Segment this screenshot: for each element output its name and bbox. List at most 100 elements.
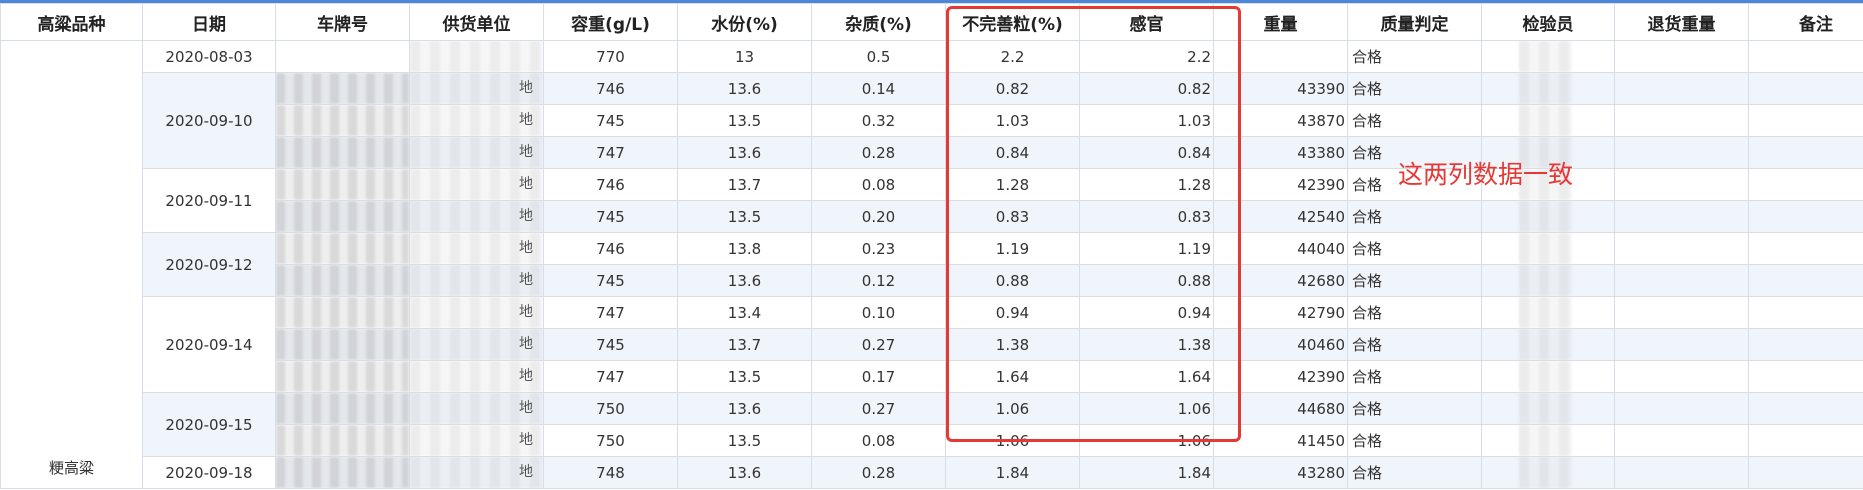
table-row[interactable]: 2020-09-11 地 746 13.7 0.08 1.28 1.28 42390 合格 [1, 168, 1863, 233]
imperfect-cell: 1.06 [945, 392, 1080, 425]
imperfect-cell: 1.19 [945, 232, 1080, 265]
header-sensory[interactable]: 感官 [1079, 3, 1214, 41]
supplier-suffix: 地 [519, 144, 533, 160]
imperfect-cell: 0.94 [945, 296, 1080, 329]
imperfect-cell: 0.84 [945, 136, 1080, 169]
supplier-cell: 地 [409, 168, 544, 201]
plate-cell-redacted [275, 360, 410, 393]
table-row[interactable]: 地 747 13.6 0.28 0.84 0.84 43380 合格 [1, 136, 1863, 169]
inspector-cell-redacted [1481, 40, 1615, 73]
variety-cell: 粳高粱 [0, 40, 143, 489]
supplier-cell: 地 [409, 136, 544, 169]
imperfect-cell: 0.83 [945, 200, 1080, 233]
supplier-cell: 地 [409, 72, 544, 105]
remarks-cell [1748, 232, 1863, 265]
remarks-cell [1748, 136, 1863, 169]
density-cell: 747 [543, 296, 678, 329]
table-row[interactable]: 地 745 13.5 0.32 1.03 1.03 43870 合格 [1, 104, 1863, 137]
header-impurity[interactable]: 杂质(%) [811, 3, 946, 41]
moisture-cell: 13.5 [677, 424, 812, 457]
supplier-cell: 地 [409, 296, 544, 329]
return-weight-cell [1614, 264, 1749, 297]
table-row[interactable]: 2020-09-14 地 747 13.4 0.10 0.94 0.94 42790 合格 [1, 296, 1863, 393]
weight-cell: 40460 [1213, 328, 1348, 361]
table-row[interactable]: 2020-09-10 地 746 13.6 0.14 0.82 0.82 43390 合格 [1, 72, 1863, 169]
imperfect-cell: 1.38 [945, 328, 1080, 361]
table-row[interactable]: 地 745 13.6 0.12 0.88 0.88 42680 合格 [1, 264, 1863, 297]
table-row[interactable]: 地 745 13.5 0.20 0.83 0.83 42540 合格 [1, 200, 1863, 233]
moisture-cell: 13.6 [677, 264, 812, 297]
redaction-blur [1518, 41, 1572, 72]
plate-cell-redacted [275, 424, 410, 457]
impurity-cell: 0.14 [811, 72, 946, 105]
density-cell: 750 [543, 392, 678, 425]
return-weight-cell [1614, 328, 1749, 361]
table-row[interactable]: 地 747 13.5 0.17 1.64 1.64 42390 合格 [1, 360, 1863, 393]
inspector-cell-redacted [1481, 200, 1615, 233]
supplier-suffix: 地 [519, 336, 533, 352]
remarks-cell [1748, 72, 1863, 105]
header-moisture[interactable]: 水份(%) [677, 3, 812, 41]
header-inspector[interactable]: 检验员 [1481, 3, 1615, 41]
return-weight-cell [1614, 392, 1749, 425]
judgement-cell: 合格 [1347, 264, 1482, 297]
header-variety[interactable]: 高粱品种 [0, 3, 143, 41]
redaction-blur [1518, 393, 1572, 424]
redaction-blur [1518, 329, 1572, 360]
table-row[interactable]: 地 745 13.7 0.27 1.38 1.38 40460 合格 [1, 328, 1863, 361]
return-weight-cell [1614, 200, 1749, 233]
moisture-cell: 13.6 [677, 136, 812, 169]
redaction-blur [276, 201, 409, 232]
table-row[interactable]: 地 750 13.5 0.08 1.06 1.06 41450 合格 [1, 424, 1863, 457]
header-imperfect[interactable]: 不完善粒(%) [945, 3, 1080, 41]
imperfect-cell: 1.64 [945, 360, 1080, 393]
inspector-cell-redacted [1481, 72, 1615, 105]
inspection-table: 高粱品种 日期 车牌号 供货单位 容重(g/L) 水份(%) 杂质(%) 不完善粒(%) 感官重… [0, 3, 1863, 489]
remarks-cell [1748, 328, 1863, 361]
redaction-blur [410, 41, 543, 72]
header-return-weight[interactable]: 退货重量 [1614, 3, 1749, 41]
density-cell: 746 [543, 72, 678, 105]
table-row[interactable]: 2020-09-15 地 750 13.6 0.27 1.06 1.06 44680 合格 [1, 392, 1863, 457]
return-weight-cell [1614, 168, 1749, 201]
supplier-suffix: 地 [519, 368, 533, 384]
header-date[interactable]: 日期 [142, 3, 276, 41]
judgement-cell: 合格 [1347, 104, 1482, 137]
weight-cell: 42390 [1213, 360, 1348, 393]
header-supplier[interactable]: 供货单位 [409, 3, 544, 41]
table-row[interactable]: 2020-09-18 地 748 13.6 0.28 1.84 1.84 43280 合格 [1, 456, 1863, 489]
redaction-blur [1518, 265, 1572, 296]
table-row[interactable]: 粳高粱 2020-08-03 770 13 0.5 2.2 2.2 合格 [0, 40, 1863, 489]
redaction-blur [1518, 73, 1572, 104]
weight-cell: 43380 [1213, 136, 1348, 169]
table-row[interactable]: 2020-09-12 地 746 13.8 0.23 1.19 1.19 44040 合格 [1, 232, 1863, 297]
sensory-cell: 1.06 [1079, 424, 1214, 457]
supplier-cell: 地 [409, 232, 544, 265]
judgement-cell: 合格 [1347, 392, 1482, 425]
density-cell: 745 [543, 328, 678, 361]
sensory-cell: 1.84 [1079, 456, 1214, 489]
moisture-cell: 13.6 [677, 456, 812, 489]
header-weight[interactable]: 重量 [1213, 3, 1348, 41]
moisture-cell: 13.7 [677, 168, 812, 201]
return-weight-cell [1614, 360, 1749, 393]
header-remarks[interactable]: 备注 [1748, 3, 1863, 41]
inspector-cell-redacted [1481, 392, 1615, 425]
supplier-suffix: 地 [519, 272, 533, 288]
header-judgement[interactable]: 质量判定 [1347, 3, 1482, 41]
remarks-cell [1748, 104, 1863, 137]
header-plate[interactable]: 车牌号 [275, 3, 410, 41]
weight-cell: 44040 [1213, 232, 1348, 265]
remarks-cell [1748, 264, 1863, 297]
impurity-cell: 0.5 [811, 40, 946, 73]
inspector-cell-redacted [1481, 264, 1615, 297]
redaction-blur [276, 425, 409, 456]
date-cell: 2020-09-18 [142, 456, 276, 489]
return-weight-cell [1614, 104, 1749, 137]
impurity-cell: 0.28 [811, 136, 946, 169]
plate-cell-redacted [275, 296, 410, 329]
header-density[interactable]: 容重(g/L) [543, 3, 678, 41]
density-cell: 745 [543, 264, 678, 297]
judgement-cell: 合格 [1347, 40, 1482, 73]
date-cell: 2020-09-10 [142, 72, 276, 169]
